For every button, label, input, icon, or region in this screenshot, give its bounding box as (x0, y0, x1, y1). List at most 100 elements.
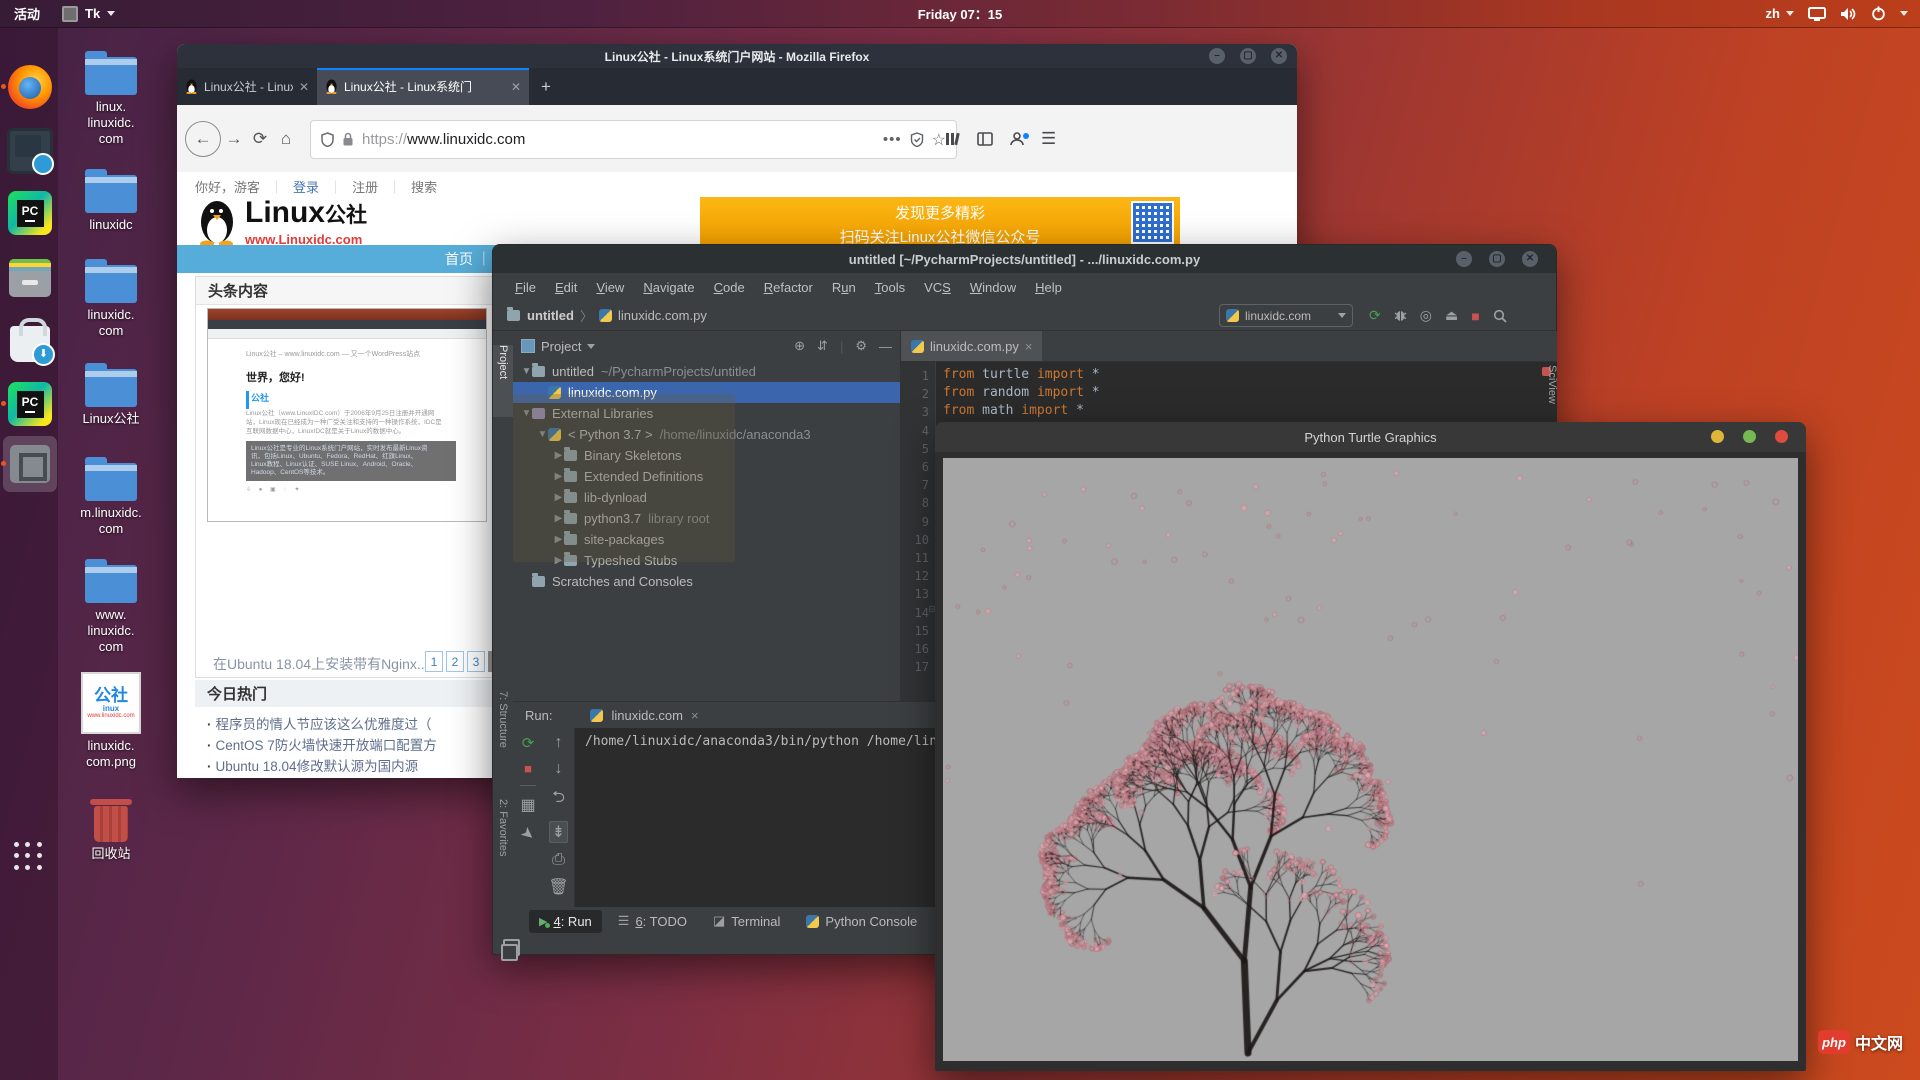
gear-icon[interactable]: ⚙ (855, 338, 867, 354)
menu-icon[interactable]: ☰ (1041, 129, 1056, 149)
hide-panel-icon[interactable]: — (879, 339, 892, 354)
project-panel-title[interactable]: Project (541, 339, 581, 354)
url-text[interactable]: https://www.linuxidc.com (362, 131, 875, 148)
tree-row[interactable]: ▼ untitled ~/PycharmProjects/untitled (513, 361, 900, 382)
menu-item-edit[interactable]: Edit (555, 280, 577, 295)
editor-tab[interactable]: linuxidc.com.py × (901, 331, 1043, 361)
volume-icon[interactable] (1840, 7, 1857, 21)
print-icon[interactable]: ⎙ (552, 851, 565, 869)
page-number-button[interactable]: 3 (467, 651, 485, 672)
close-button[interactable]: ✕ (1271, 48, 1287, 64)
maximize-button[interactable]: ▢ (1240, 48, 1256, 64)
search-everywhere-icon[interactable] (1493, 309, 1507, 323)
bottom-tab-4-run[interactable]: ▶ 4: Run (529, 909, 602, 933)
tree-row[interactable]: ▶ python3.7 library root (513, 508, 900, 529)
dock-item-tk-window[interactable] (1, 436, 57, 492)
home-button[interactable]: ⌂ (273, 129, 299, 149)
browser-tab-active[interactable]: Linux公社 - Linux系统门 ✕ (317, 68, 529, 105)
save-to-pocket-icon[interactable] (910, 132, 924, 147)
tree-row[interactable]: ▶ Extended Definitions (513, 466, 900, 487)
run-tab-title[interactable]: linuxidc.com (611, 708, 683, 723)
tree-arrow-icon[interactable]: ▼ (537, 429, 548, 440)
display-icon[interactable] (1808, 6, 1826, 21)
close-button[interactable] (1775, 430, 1788, 443)
menu-item-window[interactable]: Window (970, 280, 1016, 295)
run-tab-close-icon[interactable]: × (691, 708, 699, 723)
coverage-icon[interactable]: ◎ (1420, 307, 1432, 324)
minimize-button[interactable]: – (1456, 251, 1472, 267)
clock[interactable]: Friday 07：15 (918, 4, 1003, 23)
dock-item-software-store[interactable] (7, 318, 55, 366)
register-link[interactable]: 注册 (352, 177, 378, 196)
close-button[interactable]: ✕ (1522, 251, 1538, 267)
minimize-button[interactable] (1711, 430, 1724, 443)
menu-item-help[interactable]: Help (1035, 280, 1062, 295)
run-configuration-select[interactable]: linuxidc.com (1219, 304, 1353, 327)
menu-item-tools[interactable]: Tools (875, 280, 905, 295)
login-link[interactable]: 登录 (293, 177, 319, 196)
tool-tab-structure[interactable]: 7: Structure (493, 691, 513, 785)
input-method-indicator[interactable]: zh (1766, 6, 1794, 21)
dock-item-screenshot-tool[interactable] (7, 128, 54, 175)
page-actions-icon[interactable]: ••• (883, 131, 902, 148)
bottom-tab-python-console[interactable]: Python Console (796, 910, 927, 933)
article-caption[interactable]: 在Ubuntu 18.04上安装带有Nginx... (213, 654, 429, 674)
url-bar[interactable]: https://www.linuxidc.com ••• ☆ (310, 120, 957, 159)
menu-item-run[interactable]: Run (832, 280, 856, 295)
dock-item-pycharm-2[interactable]: PC (1, 381, 53, 427)
sidebar-icon[interactable] (977, 131, 993, 146)
site-logo[interactable]: Linux公社 www.Linuxidc.com (195, 198, 367, 248)
tool-tab-sciview[interactable]: SciView (1538, 365, 1558, 404)
breadcrumb-file[interactable]: linuxidc.com.py (618, 308, 707, 323)
tool-tab-project[interactable]: Project (493, 345, 513, 417)
tree-arrow-icon[interactable]: ▶ (553, 492, 564, 503)
menu-item-file[interactable]: File (515, 280, 536, 295)
menu-item-code[interactable]: Code (714, 280, 745, 295)
tree-arrow-icon[interactable]: ▶ (553, 534, 564, 545)
rerun-icon[interactable]: ⟳ (522, 734, 535, 752)
tree-row[interactable]: ▶ lib-dynload (513, 487, 900, 508)
desktop-icon[interactable]: Linux公社 (66, 362, 156, 427)
bottom-tab-6-todo[interactable]: ☰ 6: TODO (608, 909, 697, 933)
article-screenshot[interactable]: Linux公社 – www.linuxidc.com — 又一个WordPres… (207, 308, 487, 522)
breadcrumb-project[interactable]: untitled (527, 308, 574, 323)
shield-icon[interactable] (321, 132, 334, 147)
tab-close-icon[interactable]: ✕ (299, 80, 309, 94)
desktop-icon[interactable]: 公社 inux www.linuxidc.com linuxidc. com.png (66, 672, 156, 770)
bottom-tab-terminal[interactable]: ◪ Terminal (703, 909, 790, 933)
desktop-icon[interactable]: www. linuxidc. com (66, 558, 156, 655)
power-icon[interactable] (1871, 6, 1886, 21)
tool-windows-corner-icon[interactable] (501, 939, 520, 961)
stop-icon[interactable]: ■ (524, 761, 532, 776)
stop-icon[interactable]: ■ (1471, 308, 1479, 324)
tree-row[interactable]: ▼ External Libraries (513, 403, 900, 424)
menu-item-vcs[interactable]: VCS (924, 280, 951, 295)
tab-close-icon[interactable]: ✕ (511, 80, 521, 94)
dock-item-firefox[interactable] (1, 64, 53, 110)
tree-arrow-icon[interactable]: ▶ (553, 555, 564, 566)
locate-file-icon[interactable]: ⊕ (794, 338, 805, 354)
forward-button[interactable]: → (221, 129, 247, 149)
page-number-button[interactable]: 1 (425, 651, 443, 672)
minimize-button[interactable]: – (1209, 48, 1225, 64)
bookmark-star-icon[interactable]: ☆ (932, 130, 946, 150)
new-tab-button[interactable]: + (529, 68, 563, 105)
tree-arrow-icon[interactable]: ▶ (553, 513, 564, 524)
menu-item-navigate[interactable]: Navigate (643, 280, 694, 295)
tree-arrow-icon[interactable]: ▼ (521, 408, 532, 419)
dock-item-pycharm[interactable]: PC (7, 190, 53, 236)
desktop-icon[interactable]: 回收站 (66, 798, 156, 862)
chevron-down-icon[interactable] (1900, 11, 1908, 16)
account-icon[interactable] (1009, 131, 1029, 147)
scroll-to-end-icon[interactable]: ⇟ (548, 821, 569, 843)
tree-row[interactable]: ▶ Typeshed Stubs (513, 550, 900, 571)
tree-arrow-icon[interactable]: ▼ (521, 366, 532, 377)
soft-wrap-icon[interactable]: ⮌ (552, 786, 565, 813)
tree-row[interactable]: Scratches and Consoles (513, 571, 900, 592)
restore-layout-icon[interactable]: ▦ (520, 795, 535, 815)
tree-arrow-icon[interactable]: ▶ (553, 450, 564, 461)
pin-icon[interactable]: ➤ (516, 822, 539, 846)
browser-tab[interactable]: Linux公社 - Linux系统门 ✕ (177, 68, 317, 105)
tree-row[interactable]: linuxidc.com.py (513, 382, 900, 403)
show-applications-button[interactable] (14, 842, 44, 872)
